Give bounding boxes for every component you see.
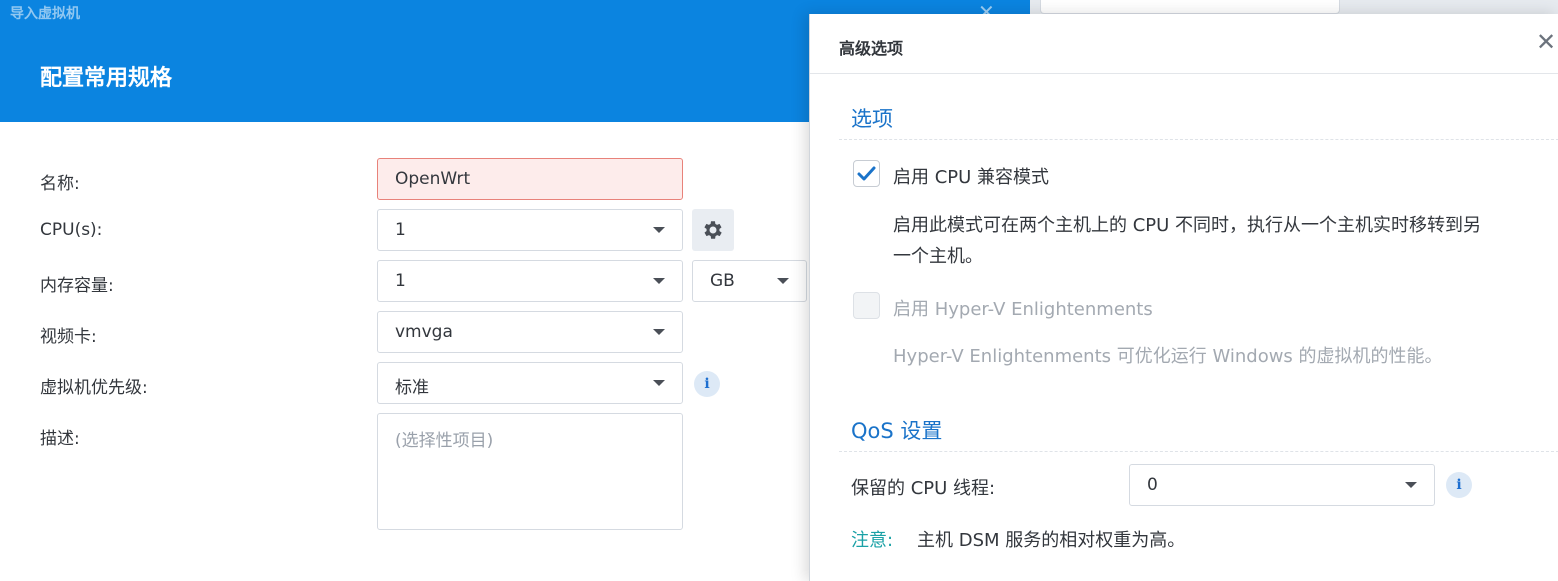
reserved-cpu-threads-label: 保留的 CPU 线程: (851, 478, 996, 499)
description-label: 描述: (40, 429, 80, 449)
dialog-header: 高级选项 ✕ (810, 14, 1558, 74)
cpu-compat-label[interactable]: 启用 CPU 兼容模式 (893, 163, 1049, 189)
reserved-cpu-threads-value: 0 (1147, 475, 1158, 495)
vm-priority-label: 虚拟机优先级: (40, 378, 148, 398)
cpu-compat-description: 启用此模式可在两个主机上的 CPU 不同时，执行从一个主机实时移转到另 一个主机… (893, 210, 1543, 272)
dropdown-caret-icon (653, 380, 665, 386)
dropdown-caret-icon (653, 329, 665, 335)
priority-info-icon[interactable]: i (694, 371, 720, 397)
reserved-threads-info-icon[interactable]: i (1446, 472, 1472, 498)
video-card-select[interactable]: vmvga (377, 311, 683, 353)
vm-priority-select[interactable]: 标准 (377, 362, 683, 404)
memory-unit-value: GB (710, 271, 735, 291)
section-divider (839, 451, 1558, 452)
note-label: 注意: (851, 530, 894, 551)
memory-label: 内存容量: (40, 276, 114, 296)
cpu-settings-button[interactable] (692, 209, 734, 251)
background-panel (1040, 0, 1340, 14)
section-divider (839, 139, 1558, 140)
memory-select-value: 1 (395, 271, 406, 291)
wizard-window-title: 导入虚拟机 (10, 6, 80, 22)
name-input-value: OpenWrt (395, 169, 471, 189)
hyperv-label[interactable]: 启用 Hyper-V Enlightenments (893, 295, 1153, 321)
advanced-options-dialog: 高级选项 ✕ 选项 启用 CPU 兼容模式 启用此模式可在两个主机上的 CPU … (809, 14, 1558, 581)
dropdown-caret-icon (777, 278, 789, 284)
video-card-select-value: vmvga (395, 322, 453, 342)
gear-icon (704, 221, 722, 239)
cpu-compat-description-line1: 启用此模式可在两个主机上的 CPU 不同时，执行从一个主机实时移转到另 (893, 215, 1482, 236)
video-card-label: 视频卡: (40, 327, 97, 347)
dropdown-caret-icon (653, 278, 665, 284)
name-label: 名称: (40, 174, 80, 194)
qos-section-title: QoS 设置 (851, 419, 943, 443)
name-input[interactable]: OpenWrt (377, 158, 683, 200)
hyperv-checkbox[interactable] (853, 292, 880, 319)
vm-priority-select-value: 标准 (395, 378, 429, 398)
dropdown-caret-icon (1405, 482, 1417, 488)
close-icon[interactable]: ✕ (1536, 28, 1556, 56)
dropdown-caret-icon (653, 227, 665, 233)
cpu-compat-description-line2: 一个主机。 (893, 246, 983, 267)
memory-unit-select[interactable]: GB (692, 260, 807, 302)
dialog-title: 高级选项 (839, 39, 904, 58)
reserved-cpu-threads-select[interactable]: 0 (1129, 464, 1435, 506)
cpu-select-value: 1 (395, 220, 406, 240)
check-icon (857, 166, 876, 181)
note-text: 主机 DSM 服务的相对权重为高。 (917, 530, 1186, 551)
hyperv-description: Hyper-V Enlightenments 可优化运行 Windows 的虚拟… (893, 346, 1443, 367)
options-section-title: 选项 (851, 107, 893, 131)
description-textarea[interactable]: (选择性项目) (377, 413, 683, 530)
cpu-label: CPU(s): (40, 220, 103, 240)
cpu-select[interactable]: 1 (377, 209, 683, 251)
cpu-compat-checkbox[interactable] (853, 160, 880, 187)
description-placeholder: (选择性项目) (395, 431, 494, 451)
memory-select[interactable]: 1 (377, 260, 683, 302)
wizard-heading: 配置常用规格 (40, 66, 173, 91)
